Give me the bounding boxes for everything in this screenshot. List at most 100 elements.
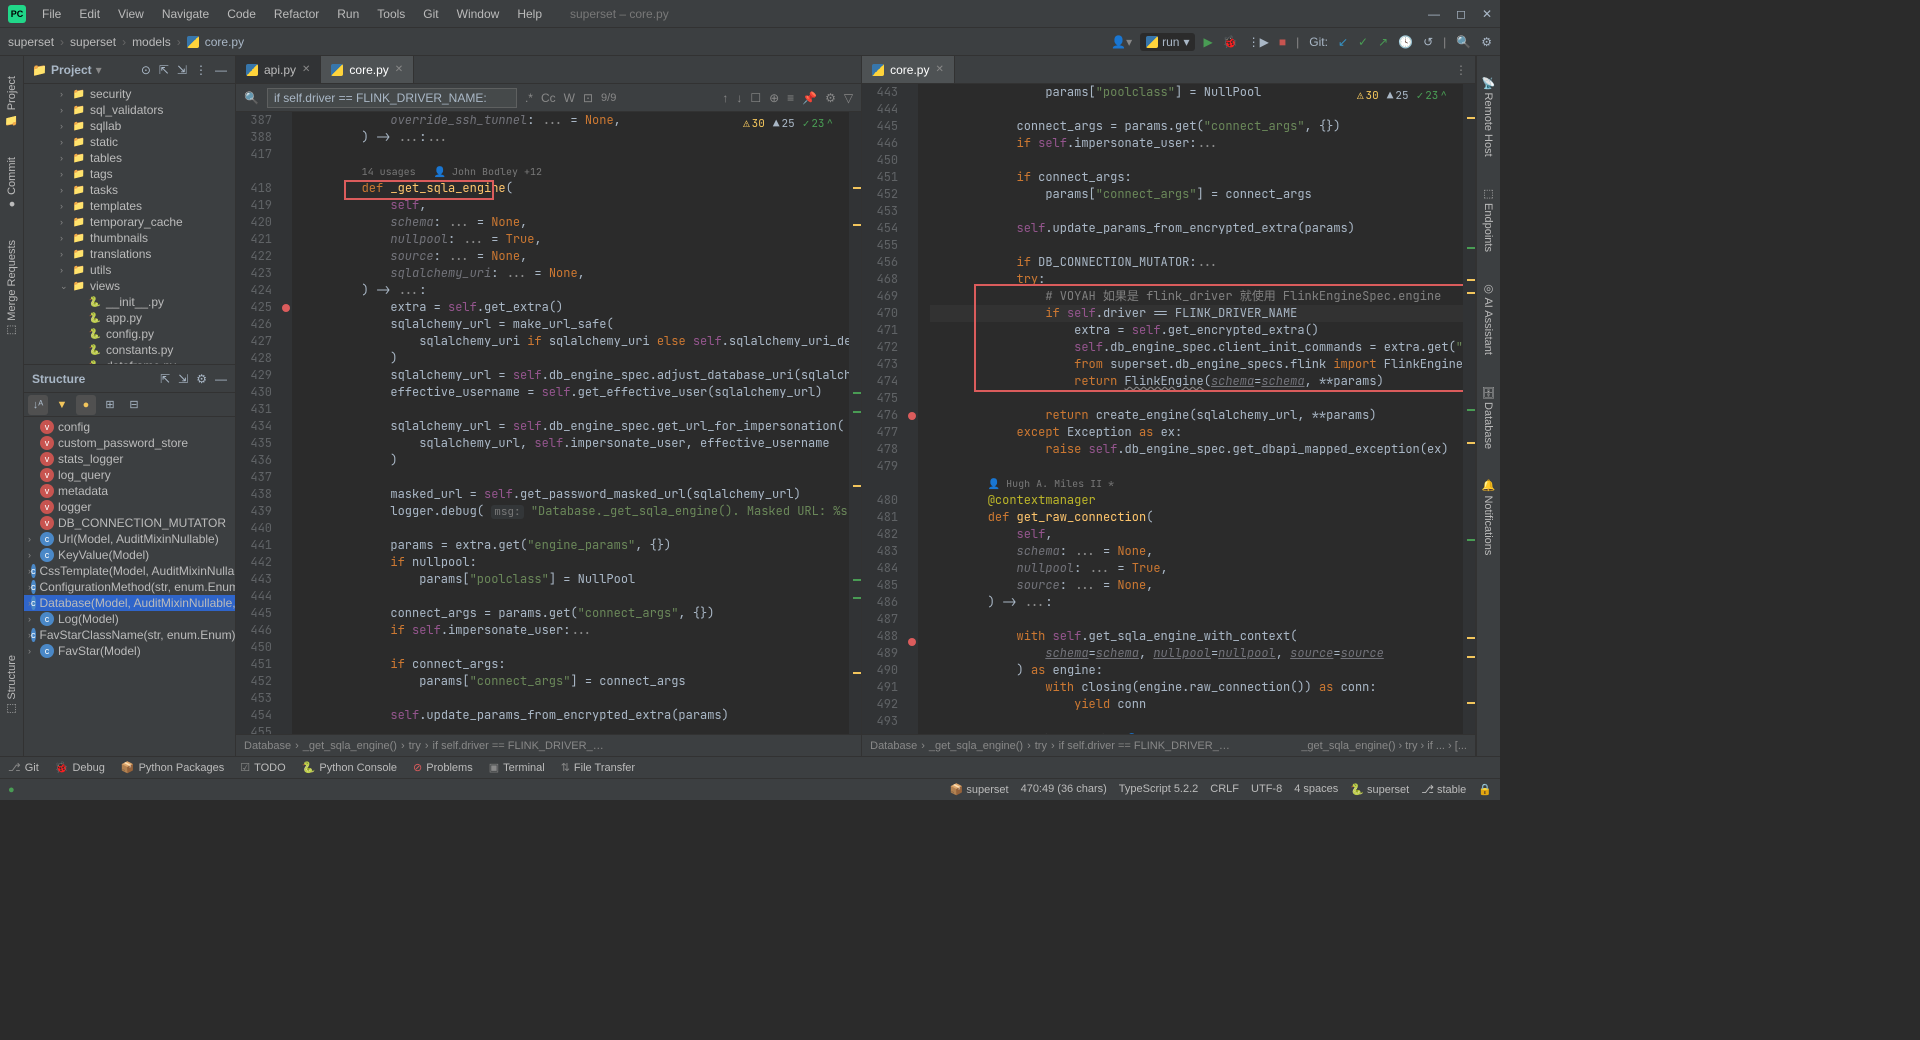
breadcrumb-item[interactable]: Database <box>244 740 291 752</box>
tree-item[interactable]: 🐍constants.py <box>24 342 235 358</box>
rail-ai-assistant[interactable]: ◎ AI Assistant <box>1482 282 1495 355</box>
editor-breadcrumb-right[interactable]: Database›_get_sqla_engine()›try›if self.… <box>862 734 1475 756</box>
status-indent[interactable]: 4 spaces <box>1294 783 1338 796</box>
minimap-right[interactable] <box>1463 84 1475 734</box>
code-line[interactable] <box>304 588 849 605</box>
minimap-left[interactable] <box>849 112 861 734</box>
code-line[interactable]: yield conn <box>930 696 1463 713</box>
close-icon[interactable]: ✕ <box>1482 7 1492 21</box>
close-tab-icon[interactable]: ✕ <box>395 64 403 75</box>
words-icon[interactable]: W <box>564 91 575 105</box>
code-line[interactable]: def _get_sqla_engine( <box>304 180 849 197</box>
code-line[interactable]: 👤 Hugh A. Miles II * <box>930 475 1463 492</box>
tree-item[interactable]: ›📁templates <box>24 198 235 214</box>
code-content-right[interactable]: ⚠ 30 ▲ 25 ✓ 23 ^ params["poolclass"] = N… <box>918 84 1463 734</box>
breadcrumb-item[interactable]: core.py <box>205 35 244 49</box>
menu-view[interactable]: View <box>110 3 152 25</box>
breakpoint-icon[interactable] <box>908 412 916 420</box>
code-line[interactable]: ) as engine: <box>930 662 1463 679</box>
status-branch[interactable]: ⎇ stable <box>1421 783 1466 796</box>
code-line[interactable]: @contextmanager <box>930 492 1463 509</box>
breakpoint-gutter[interactable] <box>280 112 292 734</box>
breakpoint-icon[interactable] <box>908 638 916 646</box>
structure-item[interactable]: ›cKeyValue(Model) <box>24 547 235 563</box>
code-line[interactable]: self.update_params_from_encrypted_extra(… <box>930 220 1463 237</box>
bottom-tool-git[interactable]: ⎇ Git <box>8 761 39 774</box>
in-selection-icon[interactable]: ⊡ <box>583 91 593 105</box>
chevron-down-icon[interactable]: ▾ <box>96 63 102 77</box>
structure-item[interactable]: vlogger <box>24 499 235 515</box>
code-line[interactable] <box>930 152 1463 169</box>
code-line[interactable]: schema: ... = None, <box>930 543 1463 560</box>
more-run-icon[interactable]: ⋮▶ <box>1248 35 1269 49</box>
git-history-icon[interactable]: 🕓 <box>1398 35 1413 49</box>
project-tree[interactable]: ›📁security›📁sql_validators›📁sqllab›📁stat… <box>24 84 235 364</box>
tree-item[interactable]: ›📁utils <box>24 262 235 278</box>
tree-item[interactable]: ⌄📁views <box>24 278 235 294</box>
run-icon[interactable]: ▶ <box>1203 35 1212 49</box>
close-tab-icon[interactable]: ✕ <box>935 64 943 75</box>
code-line[interactable]: if connect_args: <box>304 656 849 673</box>
status-typescript[interactable]: TypeScript 5.2.2 <box>1119 783 1199 796</box>
editor-tab[interactable]: core.py✕ <box>862 56 955 83</box>
menu-refactor[interactable]: Refactor <box>266 3 327 25</box>
select-all-icon[interactable]: ☐ <box>750 91 761 105</box>
breadcrumb-item[interactable]: if self.driver == FLINK_DRIVER_… <box>433 740 604 752</box>
menu-run[interactable]: Run <box>329 3 367 25</box>
tree-item[interactable]: ›📁tables <box>24 150 235 166</box>
hide-icon[interactable]: — <box>215 372 227 386</box>
menu-tools[interactable]: Tools <box>369 3 413 25</box>
tree-item[interactable]: ›📁tasks <box>24 182 235 198</box>
bottom-tool-file-transfer[interactable]: ⇅ File Transfer <box>561 761 635 774</box>
run-config-selector[interactable]: run ▾ <box>1140 33 1195 51</box>
git-commit-icon[interactable]: ✓ <box>1358 35 1368 49</box>
code-line[interactable]: def get_raw_connection( <box>930 509 1463 526</box>
structure-item[interactable]: ›cFavStar(Model) <box>24 643 235 659</box>
tree-item[interactable]: 🐍__init__.py <box>24 294 235 310</box>
breakpoint-gutter[interactable] <box>906 84 918 734</box>
breadcrumb-item[interactable]: _get_sqla_engine() <box>303 740 397 752</box>
structure-item[interactable]: ›cLog(Model) <box>24 611 235 627</box>
structure-item[interactable]: ›cConfigurationMethod(str, enum.Enum) <box>24 579 235 595</box>
code-line[interactable]: extra = self.get_extra() <box>304 299 849 316</box>
code-content-left[interactable]: ⚠ 30 ▲ 25 ✓ 23 ^ override_ssh_tunnel: ..… <box>292 112 849 734</box>
code-line[interactable]: if connect_args: <box>930 169 1463 186</box>
tree-item[interactable]: ›📁translations <box>24 246 235 262</box>
structure-item[interactable]: vlog_query <box>24 467 235 483</box>
code-line[interactable] <box>930 390 1463 407</box>
expand-all-icon[interactable]: ⇱ <box>160 372 170 386</box>
hide-icon[interactable]: — <box>215 63 227 77</box>
code-line[interactable]: 14 usages 👤 John Bodley +12 <box>304 163 849 180</box>
code-line[interactable]: if self.impersonate_user:... <box>930 135 1463 152</box>
code-line[interactable] <box>304 690 849 707</box>
code-line[interactable]: sqlalchemy_uri: ... = None, <box>304 265 849 282</box>
options-icon[interactable]: ⋮ <box>195 63 207 77</box>
code-line[interactable]: if self.impersonate_user:... <box>304 622 849 639</box>
code-line[interactable]: return FlinkEngine(schema=schema, **para… <box>930 373 1463 390</box>
status-interpreter[interactable]: 🐍 superset <box>1350 783 1409 796</box>
bottom-tool-terminal[interactable]: ▣ Terminal <box>489 761 545 774</box>
bottom-tool-python-console[interactable]: 🐍 Python Console <box>302 761 397 774</box>
menu-git[interactable]: Git <box>415 3 446 25</box>
code-line[interactable] <box>304 469 849 486</box>
structure-tree[interactable]: vconfigvcustom_password_storevstats_logg… <box>24 417 235 756</box>
editor-tab[interactable]: api.py✕ <box>236 56 321 83</box>
bottom-tool-python-packages[interactable]: 📦 Python Packages <box>121 761 224 774</box>
code-line[interactable] <box>304 146 849 163</box>
minimize-icon[interactable]: — <box>1428 7 1440 21</box>
code-line[interactable] <box>304 639 849 656</box>
rail-commit[interactable]: ● Commit <box>6 157 18 210</box>
rail-database[interactable]: 🗄 Database <box>1482 385 1495 449</box>
editor-tab[interactable]: core.py✕ <box>321 56 414 83</box>
code-line[interactable]: sqlalchemy_uri if sqlalchemy_uri else se… <box>304 333 849 350</box>
search-icon[interactable]: 🔍 <box>1456 35 1471 49</box>
breakpoint-icon[interactable] <box>282 304 290 312</box>
code-line[interactable]: sqlalchemy_url, self.impersonate_user, e… <box>304 435 849 452</box>
search-input[interactable] <box>267 88 517 108</box>
tree-item[interactable]: ›📁temporary_cache <box>24 214 235 230</box>
rail-structure[interactable]: ⬚ Structure <box>5 655 18 716</box>
filter-3-icon[interactable]: ⊞ <box>100 395 120 415</box>
rail-remote-host[interactable]: 📡 Remote Host <box>1482 76 1495 157</box>
close-tab-icon[interactable]: ✕ <box>302 64 310 75</box>
code-line[interactable]: sqlalchemy_url = make_url_safe( <box>304 316 849 333</box>
